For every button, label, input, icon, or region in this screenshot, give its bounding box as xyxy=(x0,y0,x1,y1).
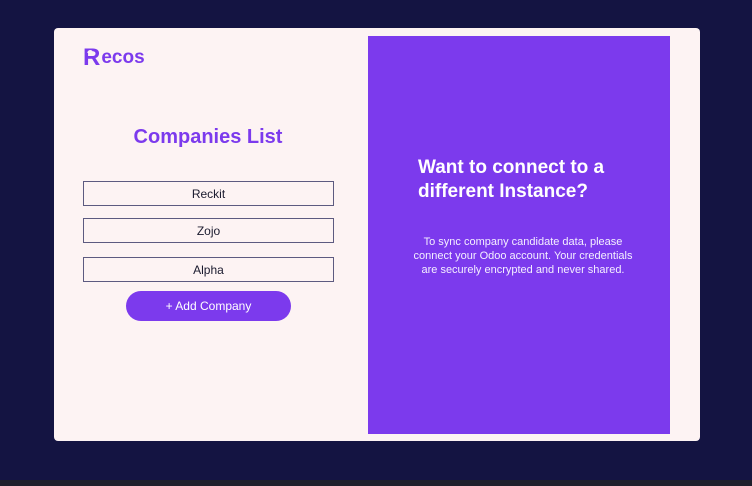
add-company-button[interactable]: + Add Company xyxy=(126,291,291,321)
logo-wordmark: ecos xyxy=(101,47,145,68)
logo-initial: R xyxy=(83,44,101,71)
bottom-strip xyxy=(0,480,752,486)
recos-logo[interactable]: R ecos xyxy=(83,46,145,70)
company-item-zojo[interactable]: Zojo xyxy=(83,218,334,243)
logo-swirl-icon xyxy=(87,50,93,55)
company-item-reckit[interactable]: Reckit xyxy=(83,181,334,206)
connect-instance-panel: Want to connect to a different Instance?… xyxy=(368,36,670,434)
company-item-alpha[interactable]: Alpha xyxy=(83,257,334,282)
connect-card: R ecos Companies List Reckit Zojo Alpha … xyxy=(54,28,700,441)
companies-list-title: Companies List xyxy=(133,126,283,148)
panel-description: To sync company candidate data, please c… xyxy=(413,236,633,276)
panel-heading: Want to connect to a different Instance? xyxy=(418,157,605,202)
